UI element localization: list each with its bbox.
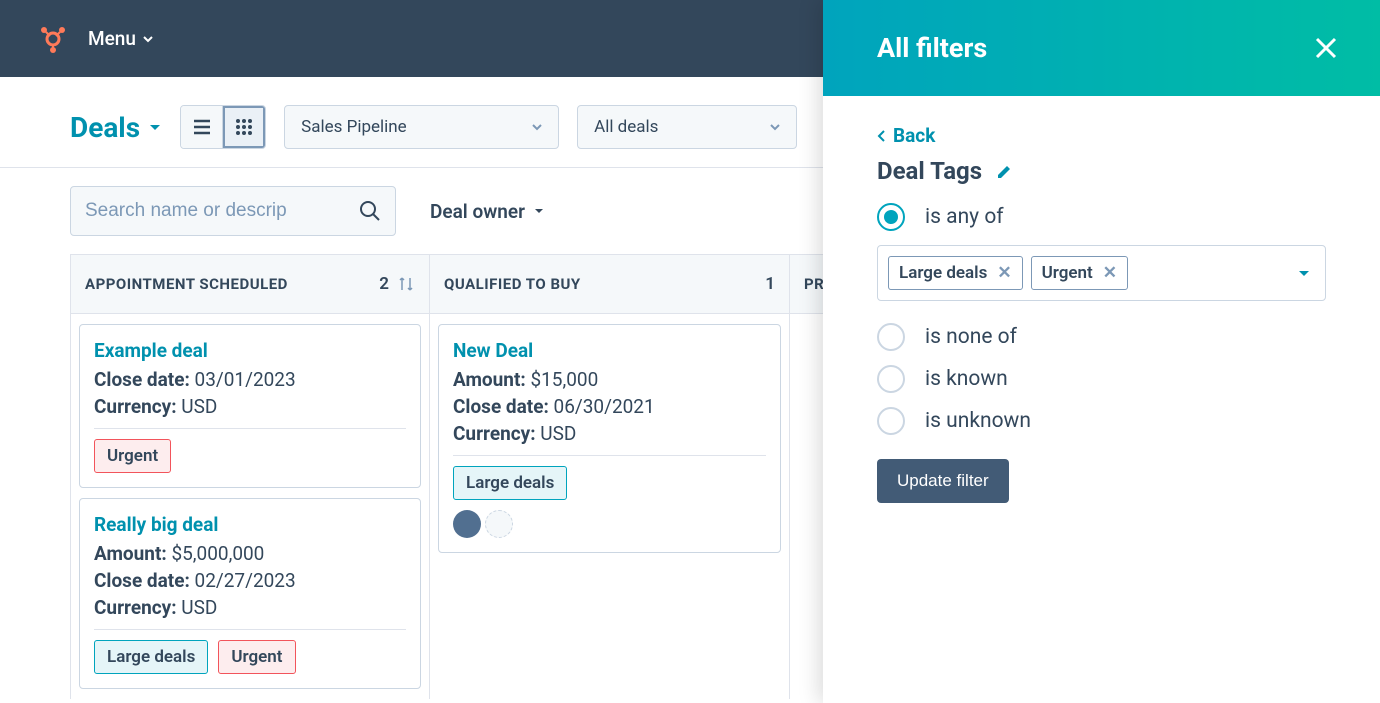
radio-option[interactable]: is none of: [877, 323, 1326, 351]
caret-down-icon: [533, 205, 545, 217]
radio-label: is unknown: [925, 409, 1031, 433]
deal-card[interactable]: New Deal Amount: $15,000 Close date: 06/30…: [438, 324, 781, 553]
column-title: QUALIFIED TO BUY: [444, 275, 581, 293]
card-close-date: Close date: 06/30/2021: [453, 395, 766, 418]
card-currency: Currency: USD: [94, 596, 406, 619]
card-amount: Amount: $5,000,000: [94, 542, 406, 565]
card-close-date: Close date: 02/27/2023: [94, 569, 406, 592]
hubspot-logo: [38, 24, 68, 54]
divider: [453, 455, 766, 456]
chevron-down-icon: [530, 120, 544, 134]
radio-button[interactable]: [877, 323, 905, 351]
radio-button[interactable]: [877, 365, 905, 393]
close-icon[interactable]: [1312, 34, 1340, 62]
tag-urgent: Urgent: [218, 640, 295, 674]
deal-card[interactable]: Example deal Close date: 03/01/2023 Curren…: [79, 324, 421, 488]
pencil-icon[interactable]: [996, 162, 1014, 180]
board-column: APPOINTMENT SCHEDULED 2 Example deal Clos…: [70, 254, 430, 699]
card-title[interactable]: Example deal: [94, 339, 406, 362]
deal-card[interactable]: Really big deal Amount: $5,000,000 Close d…: [79, 498, 421, 689]
chevron-left-icon: [877, 129, 887, 143]
search-icon[interactable]: [359, 200, 381, 222]
filter-chip: Large deals✕: [888, 256, 1023, 290]
add-avatar[interactable]: [485, 510, 513, 538]
menu-button[interactable]: Menu: [88, 27, 154, 50]
card-currency: Currency: USD: [453, 422, 766, 445]
radio-label: is any of: [925, 205, 1004, 229]
column-count: 2: [379, 274, 415, 294]
avatar-row: [453, 510, 766, 538]
back-label: Back: [893, 124, 935, 147]
filter-panel: All filters Back Deal Tags is any of Larg…: [823, 0, 1380, 703]
panel-title: All filters: [877, 32, 987, 64]
filter-name: Deal Tags: [877, 157, 1326, 185]
grid-icon: [234, 117, 254, 137]
chevron-down-icon: [142, 33, 154, 45]
view-select[interactable]: All deals: [577, 105, 797, 149]
tag-row: Large deals Urgent: [94, 640, 406, 674]
radio-option[interactable]: is known: [877, 365, 1326, 393]
tag-large: Large deals: [94, 640, 208, 674]
filter-name-text: Deal Tags: [877, 157, 982, 185]
caret-down-icon[interactable]: [1297, 266, 1311, 280]
radio-option[interactable]: is unknown: [877, 407, 1326, 435]
column-header: APPOINTMENT SCHEDULED 2: [71, 254, 429, 314]
remove-chip-icon[interactable]: ✕: [997, 263, 1011, 283]
tag-input[interactable]: Large deals✕Urgent✕: [877, 245, 1326, 301]
column-title: APPOINTMENT SCHEDULED: [85, 275, 288, 293]
board-view-button[interactable]: [223, 106, 265, 148]
remove-chip-icon[interactable]: ✕: [1103, 263, 1117, 283]
card-close-date: Close date: 03/01/2023: [94, 368, 406, 391]
page-title[interactable]: Deals: [70, 111, 162, 144]
search-box: [70, 186, 396, 236]
deal-owner-label: Deal owner: [430, 200, 525, 223]
card-title[interactable]: New Deal: [453, 339, 766, 362]
card-currency: Currency: USD: [94, 395, 406, 418]
menu-label: Menu: [88, 27, 136, 50]
pipeline-value: Sales Pipeline: [301, 117, 407, 137]
radio-label: is known: [925, 367, 1008, 391]
divider: [94, 629, 406, 630]
column-title: PR: [804, 275, 824, 293]
list-icon: [192, 117, 212, 137]
tag-row: Large deals: [453, 466, 766, 500]
radio-option[interactable]: is any of: [877, 203, 1326, 231]
tag-large: Large deals: [453, 466, 567, 500]
sort-icon[interactable]: [397, 275, 415, 293]
column-header: QUALIFIED TO BUY 1: [430, 254, 789, 314]
avatar[interactable]: [453, 510, 481, 538]
filter-chip: Urgent✕: [1031, 256, 1128, 290]
column-body: Example deal Close date: 03/01/2023 Curren…: [71, 314, 429, 699]
back-button[interactable]: Back: [877, 124, 1326, 147]
card-title[interactable]: Really big deal: [94, 513, 406, 536]
deal-owner-filter[interactable]: Deal owner: [430, 200, 545, 223]
view-toggle: [180, 105, 266, 149]
column-count: 1: [765, 274, 775, 294]
search-input[interactable]: [85, 200, 345, 222]
divider: [94, 428, 406, 429]
panel-body: Back Deal Tags is any of Large deals✕Urge…: [823, 96, 1380, 531]
radio-button[interactable]: [877, 407, 905, 435]
column-body: New Deal Amount: $15,000 Close date: 06/30…: [430, 314, 789, 563]
pipeline-select[interactable]: Sales Pipeline: [284, 105, 559, 149]
page-title-text: Deals: [70, 111, 140, 144]
list-view-button[interactable]: [181, 106, 223, 148]
update-filter-button[interactable]: Update filter: [877, 459, 1009, 503]
radio-button[interactable]: [877, 203, 905, 231]
card-amount: Amount: $15,000: [453, 368, 766, 391]
tag-row: Urgent: [94, 439, 406, 473]
panel-header: All filters: [823, 0, 1380, 96]
radio-label: is none of: [925, 325, 1017, 349]
board-column: QUALIFIED TO BUY 1 New Deal Amount: $15,00…: [430, 254, 790, 699]
view-value: All deals: [594, 117, 658, 137]
chevron-down-icon: [768, 120, 782, 134]
caret-down-icon: [148, 120, 162, 134]
tag-urgent: Urgent: [94, 439, 171, 473]
